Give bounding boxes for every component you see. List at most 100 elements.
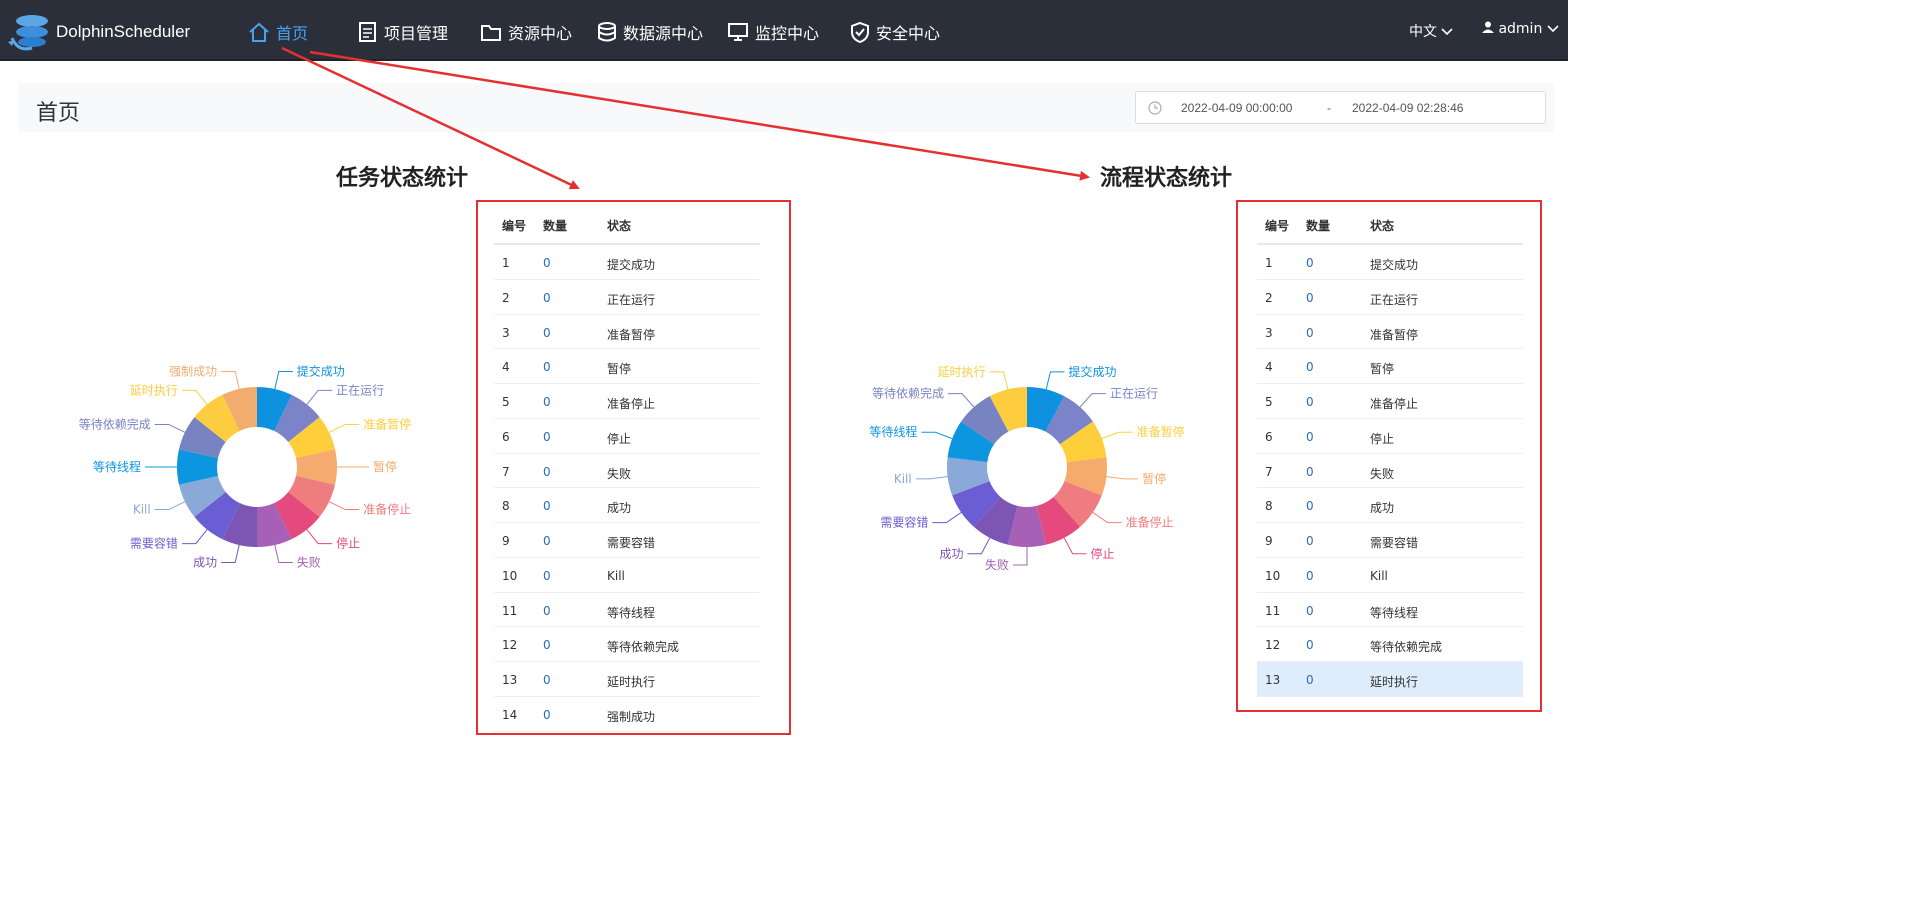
table-row: 1 0 提交成功 bbox=[1257, 245, 1523, 280]
label-leader-line bbox=[948, 393, 975, 408]
row-state: 需要容错 bbox=[1370, 536, 1419, 550]
row-count: 0 bbox=[543, 256, 551, 270]
header-count: 数量 bbox=[1306, 219, 1331, 233]
row-count: 0 bbox=[1306, 568, 1314, 583]
slice-label: 准备暂停 bbox=[363, 416, 411, 431]
row-count: 0 bbox=[1306, 290, 1314, 305]
label-leader-line bbox=[921, 431, 953, 440]
nav-item-home[interactable]: 首页 bbox=[248, 18, 308, 46]
header-state: 状态 bbox=[607, 219, 632, 233]
row-state: 暂停 bbox=[1370, 362, 1395, 377]
language-dropdown[interactable]: 中文 bbox=[1409, 21, 1454, 41]
row-number: 12 bbox=[1265, 638, 1281, 653]
row-count: 0 bbox=[1306, 638, 1314, 653]
user-icon bbox=[1482, 21, 1494, 33]
label-leader-line bbox=[967, 537, 991, 555]
label-leader-line bbox=[221, 544, 240, 564]
page-title: 首页 bbox=[36, 101, 81, 126]
slice-label: 等待线程 bbox=[93, 459, 141, 474]
table-row: 6 0 停止 bbox=[494, 419, 760, 454]
slice-label: 提交成功 bbox=[1068, 364, 1116, 379]
row-state: 等待线程 bbox=[1370, 605, 1419, 620]
row-state: 等待依赖完成 bbox=[1370, 640, 1443, 655]
slice-label: 强制成功 bbox=[169, 364, 217, 378]
label-leader-line bbox=[154, 423, 186, 433]
date-end: 2022-04-09 02:28:46 bbox=[1352, 101, 1464, 115]
label-leader-line bbox=[1079, 393, 1106, 408]
process-status-table: 编号 数量 状态 1 0 提交成功 2 0 正在运行 3 0 准备暂停 4 0 暂停 5 0 准备停止 6 0 停… bbox=[1257, 201, 1523, 697]
table-row: 9 0 需要容错 bbox=[1257, 523, 1523, 558]
row-state: 成功 bbox=[1370, 501, 1395, 516]
user-name: admin bbox=[1498, 21, 1543, 37]
row-state: 延时执行 bbox=[1370, 675, 1419, 689]
row-count: 0 bbox=[1306, 673, 1314, 687]
label-leader-line bbox=[989, 371, 1009, 390]
row-number: 13 bbox=[1265, 673, 1281, 687]
row-number: 3 bbox=[1265, 325, 1273, 340]
nav-item-datasource[interactable]: 数据源中心 bbox=[597, 18, 703, 46]
nav-item-projects[interactable]: 项目管理 bbox=[358, 18, 448, 46]
table-row: 2 0 正在运行 bbox=[1257, 280, 1523, 315]
date-start: 2022-04-09 00:00:00 bbox=[1181, 101, 1293, 115]
row-state: 提交成功 bbox=[607, 258, 656, 272]
table-row: 7 0 失败 bbox=[494, 454, 760, 489]
row-number: 2 bbox=[1265, 290, 1273, 305]
slice-label: 延时执行 bbox=[938, 365, 986, 379]
header-no: 编号 bbox=[1265, 219, 1290, 233]
slice-label: 正在运行 bbox=[336, 383, 384, 397]
row-count: 0 bbox=[543, 568, 551, 583]
label-leader-line bbox=[274, 544, 293, 564]
table-row: 12 0 等待依赖完成 bbox=[1257, 627, 1523, 662]
shield-icon bbox=[851, 21, 869, 43]
nav-item-label: 数据源中心 bbox=[623, 24, 704, 43]
slice-label: 停止 bbox=[336, 536, 360, 551]
table-row: 2 0 正在运行 bbox=[494, 280, 760, 315]
slice-label: 等待依赖完成 bbox=[872, 386, 944, 401]
label-leader-line bbox=[1092, 512, 1122, 524]
row-number: 5 bbox=[1265, 395, 1273, 409]
row-number: 9 bbox=[502, 534, 510, 548]
slice-label: 暂停 bbox=[1142, 471, 1166, 486]
row-count: 0 bbox=[1306, 534, 1314, 548]
label-leader-line bbox=[181, 389, 208, 405]
slice-label: 成功 bbox=[193, 556, 217, 570]
date-range-picker[interactable]: 2022-04-09 00:00:00 - 2022-04-09 02:28:4… bbox=[1135, 91, 1546, 124]
nav-item-resources[interactable]: 资源中心 bbox=[480, 18, 572, 46]
label-leader-line bbox=[154, 501, 186, 511]
process-stats-heading: 流程状态统计 bbox=[1100, 166, 1233, 191]
row-number: 6 bbox=[1265, 429, 1273, 444]
table-row: 5 0 准备停止 bbox=[494, 384, 760, 419]
slice-label: 停止 bbox=[1091, 546, 1115, 561]
table-row: 12 0 等待依赖完成 bbox=[494, 627, 760, 662]
table-header: 编号 数量 状态 bbox=[494, 201, 760, 245]
row-number: 7 bbox=[502, 464, 510, 479]
table-row: 8 0 成功 bbox=[494, 488, 760, 523]
label-leader-line bbox=[1106, 476, 1139, 480]
row-number: 11 bbox=[502, 603, 518, 618]
table-row: 11 0 等待线程 bbox=[1257, 593, 1523, 628]
row-count: 0 bbox=[543, 638, 551, 653]
label-leader-line bbox=[1101, 431, 1133, 440]
database-icon bbox=[598, 22, 616, 42]
table-row: 3 0 准备暂停 bbox=[1257, 315, 1523, 350]
page-header: 首页 2022-04-09 00:00:00 - 2022-04-09 02:2… bbox=[18, 83, 1554, 132]
row-state: 等待依赖完成 bbox=[607, 640, 680, 655]
document-icon bbox=[359, 22, 376, 42]
label-leader-line bbox=[932, 512, 962, 524]
table-row: 13 0 延时执行 bbox=[1257, 662, 1523, 697]
nav-item-label: 资源中心 bbox=[508, 24, 573, 43]
user-dropdown[interactable]: admin bbox=[1482, 21, 1559, 37]
nav-item-label: 安全中心 bbox=[876, 24, 941, 43]
slice-label: Kill bbox=[894, 472, 912, 486]
row-number: 13 bbox=[502, 673, 518, 687]
home-icon bbox=[249, 22, 269, 42]
nav-item-security[interactable]: 安全中心 bbox=[850, 18, 940, 46]
nav-item-label: 首页 bbox=[276, 24, 309, 43]
nav-item-monitor[interactable]: 监控中心 bbox=[727, 18, 819, 46]
row-state: 失败 bbox=[607, 466, 632, 481]
row-state: 失败 bbox=[1370, 466, 1395, 481]
table-row: 4 0 暂停 bbox=[1257, 349, 1523, 384]
row-number: 1 bbox=[1265, 256, 1273, 270]
row-state: 成功 bbox=[607, 501, 632, 516]
header-no: 编号 bbox=[502, 219, 527, 233]
